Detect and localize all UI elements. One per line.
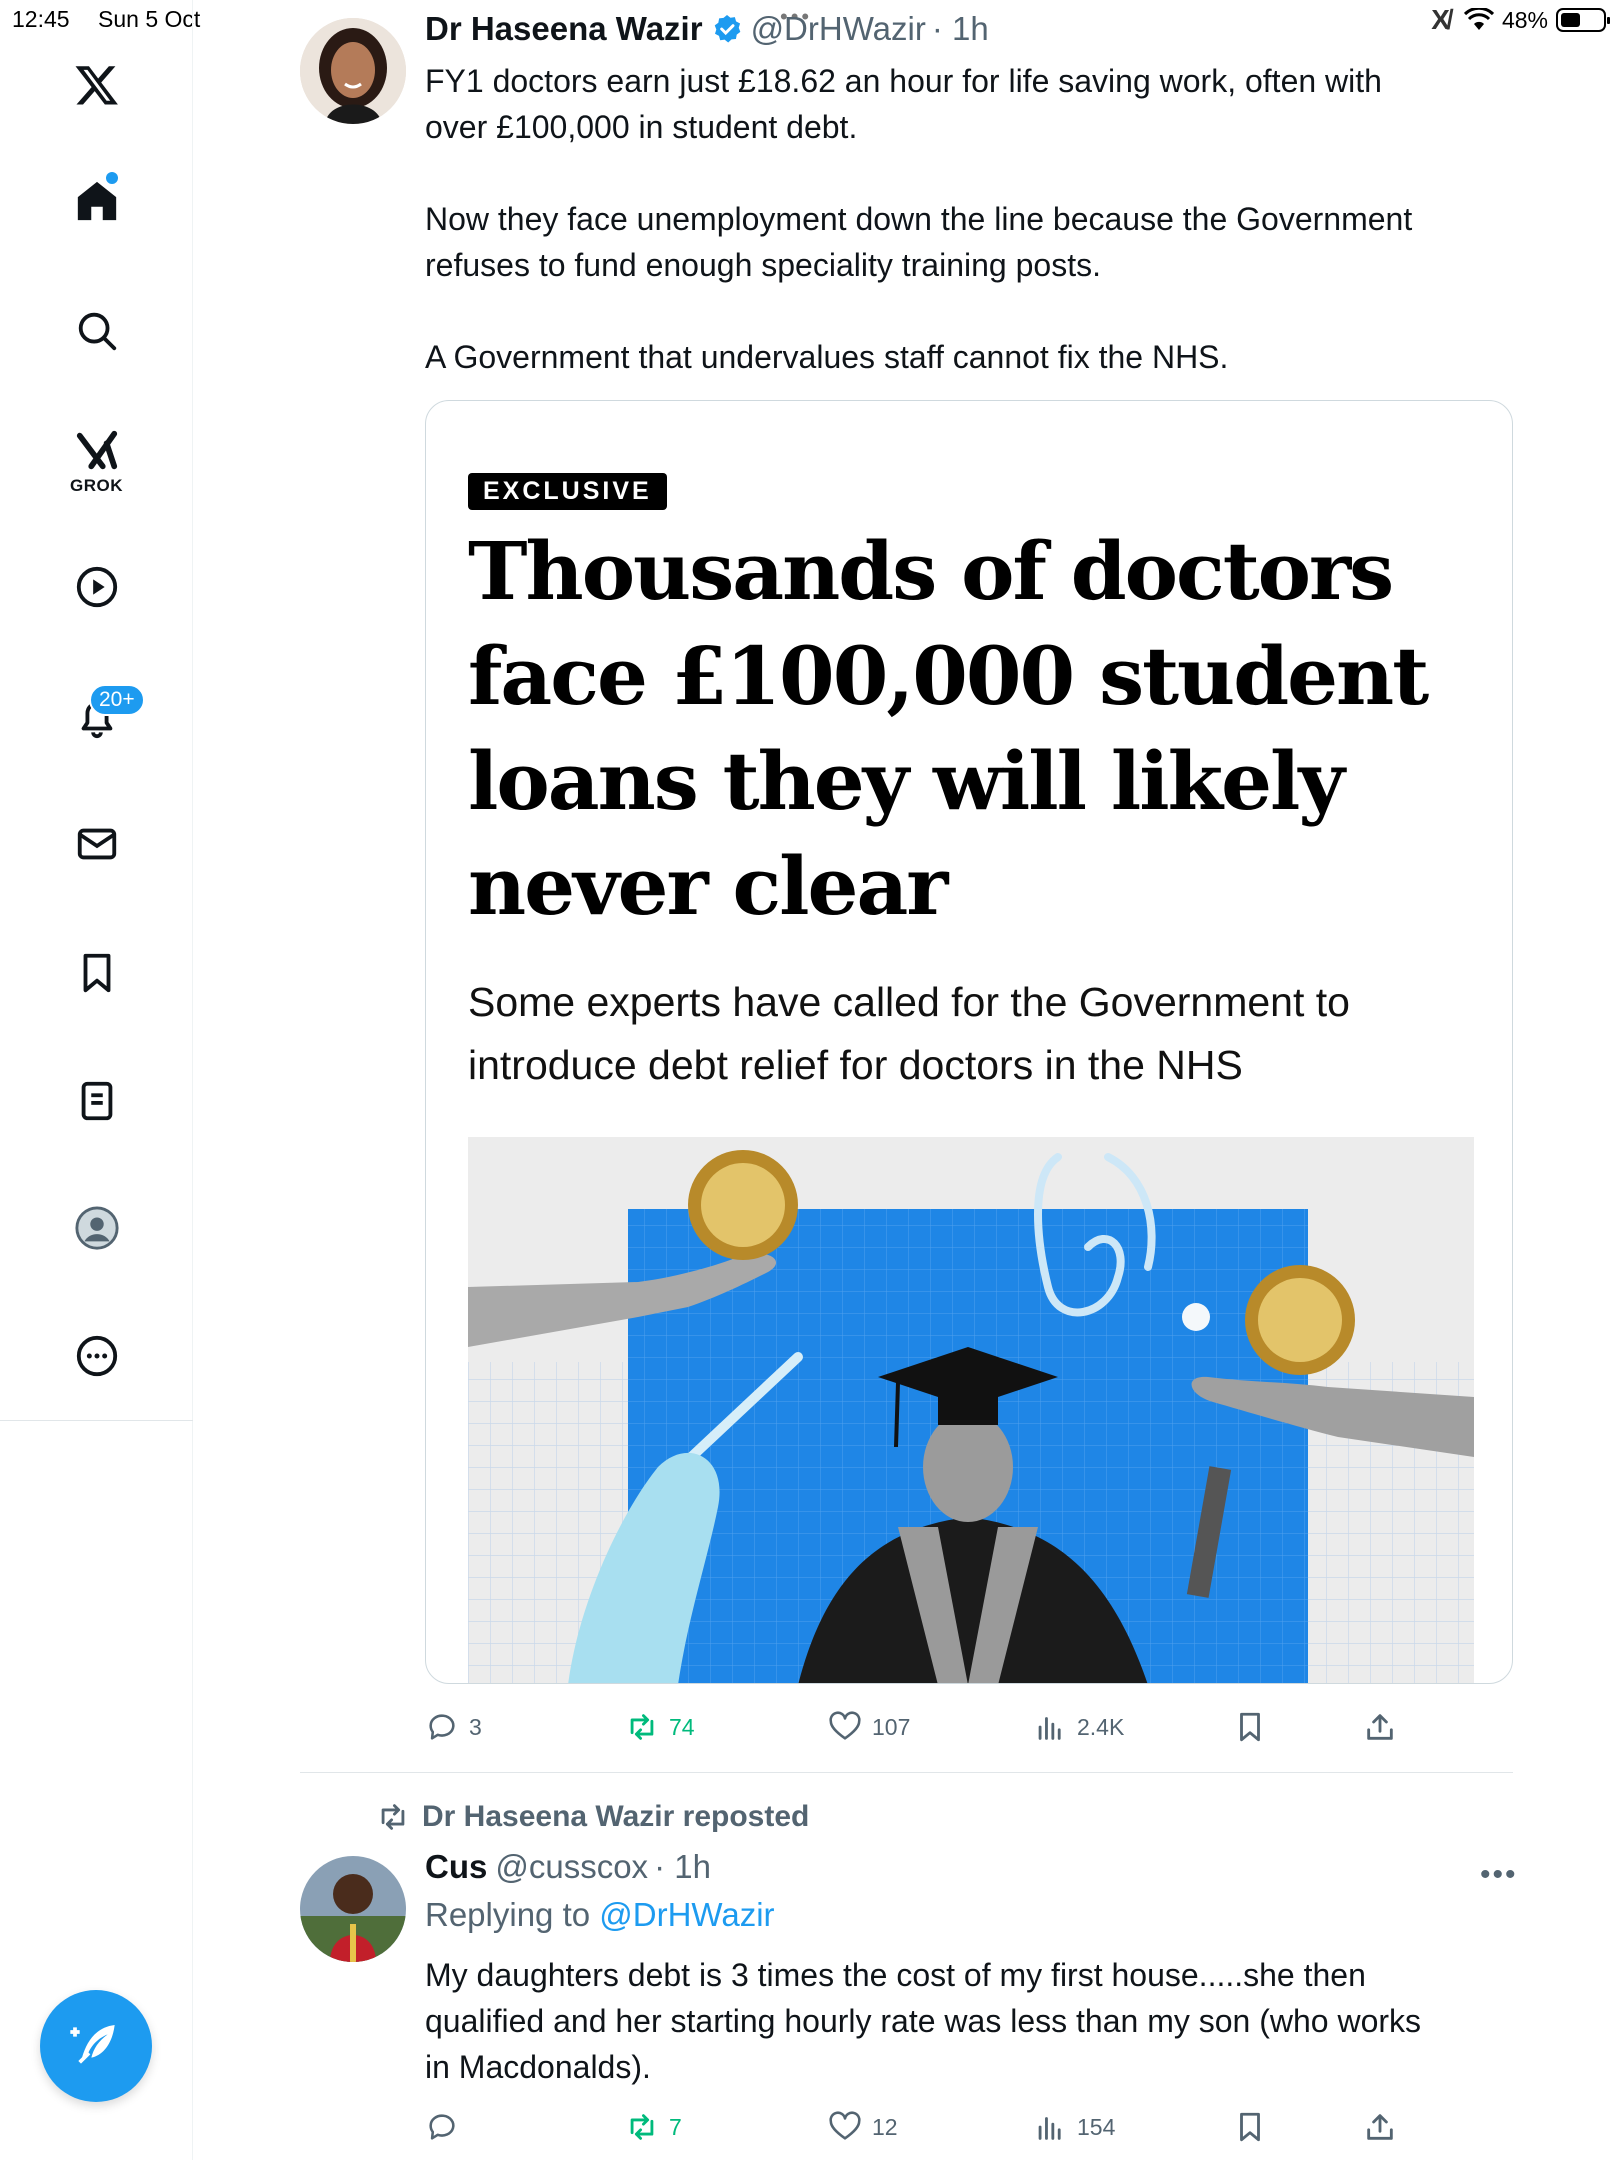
bookmark-icon: [1240, 1712, 1260, 1742]
more-options-icon[interactable]: •••: [1480, 1858, 1518, 1892]
graduate-illustration: [468, 1137, 1474, 1683]
share-button[interactable]: [1363, 1710, 1397, 1744]
sidebar-item-more[interactable]: [0, 1333, 193, 1379]
views-chart-icon: [1038, 1717, 1061, 1740]
tweet-divider: [300, 1772, 1513, 1773]
reply-icon: [429, 2114, 455, 2140]
verified-badge-icon: [714, 15, 740, 43]
sidebar-item-video[interactable]: [0, 564, 193, 610]
profile-avatar-icon: [74, 1206, 119, 1250]
views-button[interactable]: 154: [1033, 2110, 1115, 2144]
reply-button[interactable]: 3: [425, 1710, 482, 1744]
more-circle-icon: [76, 1335, 117, 1377]
bookmark-icon: [83, 953, 110, 993]
mail-icon: [77, 828, 116, 860]
sidebar-item-lists[interactable]: [0, 1078, 193, 1124]
timestamp[interactable]: · 1h: [932, 10, 989, 48]
reply-button[interactable]: [425, 2110, 469, 2144]
repost-button[interactable]: 7: [625, 2110, 682, 2144]
repost-indicator: Dr Haseena Wazir reposted: [376, 1800, 809, 1834]
x-logo-icon[interactable]: [0, 62, 193, 108]
sidebar-item-search[interactable]: [0, 308, 193, 354]
avatar[interactable]: [300, 1856, 406, 1962]
tweet-text: My daughters debt is 3 times the cost of…: [425, 1952, 1525, 2090]
replying-to: Replying to @DrHWazir: [425, 1896, 775, 1934]
tweet-header: Dr Haseena Wazir @DrHWazir · 1h: [425, 10, 989, 48]
tweet-header: Cus @cusscox · 1h: [425, 1848, 711, 1886]
handle[interactable]: @DrHWazir: [751, 10, 926, 48]
sidebar-item-profile[interactable]: [0, 1205, 193, 1251]
views-chart-icon: [1038, 2117, 1061, 2140]
link-card[interactable]: EXCLUSIVE Thousands of doctors face £100…: [425, 400, 1513, 1684]
battery-icon: [1556, 8, 1610, 32]
sidebar: GROK 20+: [0, 0, 193, 2160]
grok-label: GROK: [70, 476, 123, 495]
avatar[interactable]: [300, 18, 406, 124]
sidebar-divider: [0, 1420, 193, 1421]
card-headline: Thousands of doctors face £100,000 stude…: [468, 524, 1429, 933]
share-button[interactable]: [1363, 2110, 1397, 2144]
sidebar-item-grok[interactable]: [0, 428, 193, 474]
sidebar-item-bookmarks[interactable]: [0, 950, 193, 996]
handle[interactable]: @cusscox: [495, 1848, 648, 1886]
repost-by[interactable]: Dr Haseena Wazir reposted: [422, 1800, 809, 1834]
card-illustration: [468, 1137, 1474, 1683]
heart-icon: [829, 1711, 861, 1740]
sidebar-item-home[interactable]: [0, 178, 193, 224]
repost-count: 74: [669, 1713, 695, 1740]
list-icon: [81, 1081, 112, 1121]
repost-icon: [630, 2114, 654, 2140]
home-icon: [77, 181, 116, 221]
bookmark-button[interactable]: [1233, 2110, 1267, 2144]
search-icon: [78, 312, 116, 351]
like-count: 12: [872, 2113, 898, 2140]
views-count: 2.4K: [1077, 1713, 1125, 1740]
tweet-text: FY1 doctors earn just £18.62 an hour for…: [425, 58, 1525, 380]
bookmark-button[interactable]: [1233, 1710, 1267, 1744]
exclusive-label: EXCLUSIVE: [468, 473, 667, 510]
tweet-actions: 7 12 154: [425, 2110, 1425, 2150]
status-right: X̸ 48%: [1431, 4, 1610, 36]
card-subhead: Some experts have called for the Governm…: [468, 979, 1350, 1088]
battery-percent: 48%: [1501, 6, 1548, 33]
repost-icon: [630, 1714, 654, 1740]
home-notification-dot: [106, 172, 118, 184]
grok-small-icon: X̸: [1431, 4, 1450, 35]
grok-icon: [76, 430, 117, 470]
replying-to-link[interactable]: @DrHWazir: [599, 1896, 774, 1933]
tweet-body: My daughters debt is 3 times the cost of…: [425, 1957, 1422, 2085]
tweet-body: FY1 doctors earn just £18.62 an hour for…: [425, 63, 1413, 375]
views-button[interactable]: 2.4K: [1033, 1710, 1124, 1744]
author-photo: [300, 1856, 406, 1962]
notification-badge: 20+: [89, 684, 145, 716]
timestamp[interactable]: · 1h: [654, 1848, 711, 1886]
repost-count: 7: [669, 2113, 682, 2140]
compose-button[interactable]: [40, 1990, 152, 2102]
like-button[interactable]: 107: [828, 1710, 910, 1744]
play-icon: [76, 566, 117, 608]
bookmark-icon: [1240, 2112, 1260, 2142]
display-name[interactable]: Cus: [425, 1848, 487, 1886]
share-icon: [1367, 1714, 1393, 1740]
reply-count: 3: [469, 1713, 482, 1740]
display-name[interactable]: Dr Haseena Wazir: [425, 10, 703, 48]
share-icon: [1367, 2114, 1393, 2140]
author-photo: [300, 18, 406, 124]
wifi-icon: [1463, 8, 1494, 30]
views-count: 154: [1077, 2113, 1116, 2140]
like-count: 107: [872, 1713, 911, 1740]
repost-small-icon: [381, 1804, 405, 1830]
compose-feather-icon: [70, 2025, 115, 2064]
sidebar-item-messages[interactable]: [0, 821, 193, 867]
reply-icon: [429, 1714, 455, 1740]
tweet-actions: 3 74 107 2.4K: [425, 1710, 1425, 1750]
replying-prefix: Replying to: [425, 1896, 600, 1933]
repost-button[interactable]: 74: [625, 1710, 695, 1744]
heart-icon: [829, 2111, 861, 2140]
like-button[interactable]: 12: [828, 2110, 898, 2144]
